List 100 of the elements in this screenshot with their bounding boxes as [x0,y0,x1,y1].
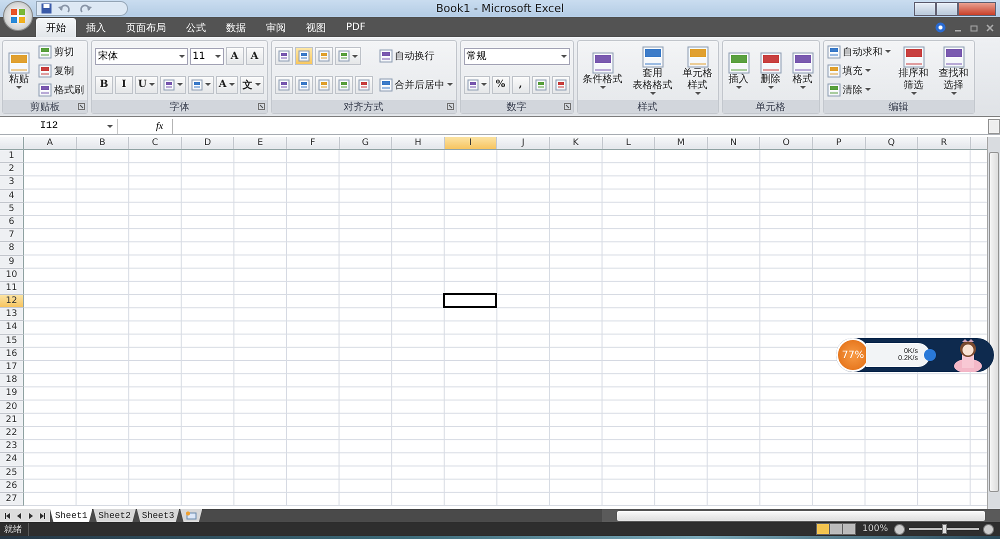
toolbar-button[interactable] [294,47,312,66]
launcher-icon[interactable] [446,103,454,110]
toolbar-button[interactable]: B [95,76,113,94]
dropdown-field[interactable]: 常规 [464,48,570,64]
ribbon-tab[interactable]: 数据 [216,18,256,37]
close-button[interactable] [958,2,996,16]
ribbon-button[interactable]: 剪切 [38,44,84,58]
column-header[interactable]: P [812,137,866,149]
ribbon-button[interactable]: 复制 [38,64,84,78]
column-header[interactable]: M [655,137,708,149]
toolbar-button[interactable] [464,76,490,94]
column-header[interactable]: I [444,137,498,149]
row-header[interactable]: 27 [0,492,24,506]
sheet-tab[interactable]: Sheet3 [136,509,180,522]
row-header[interactable]: 14 [0,321,24,335]
function-button[interactable]: fx [156,120,172,132]
row-header[interactable]: 25 [0,466,24,480]
launcher-icon[interactable] [258,103,264,110]
view-button[interactable] [830,524,842,534]
ribbon-button[interactable]: 自动换行 [378,49,452,64]
column-header[interactable]: R [918,137,971,149]
row-header[interactable]: 8 [0,242,24,256]
ribbon-button[interactable]: 套用 表格格式 [630,46,674,95]
restore-icon[interactable] [970,24,978,32]
row-header[interactable]: 3 [0,176,24,190]
row-header[interactable]: 24 [0,453,24,466]
ribbon-button[interactable]: 自动求和 [826,44,890,58]
toolbar-button[interactable]: % [492,76,510,94]
toolbar-button[interactable] [552,76,570,94]
zoom-in-button[interactable] [983,524,994,534]
help-icon[interactable] [935,22,946,33]
zoom-out-button[interactable] [894,524,905,534]
row-header[interactable]: 23 [0,440,24,454]
toolbar-button[interactable] [354,76,372,94]
toolbar-button[interactable]: U [135,76,158,94]
column-header[interactable]: F [286,137,340,149]
row-header[interactable]: 9 [0,256,24,269]
ribbon-button[interactable]: 排序和 筛选 [896,46,930,95]
toolbar-button[interactable] [314,76,332,94]
ribbon-button[interactable]: 条件格式 [580,52,624,89]
column-header[interactable]: Q [866,137,918,149]
ribbon-tab[interactable]: 页面布局 [116,18,176,37]
row-header[interactable]: 16 [0,348,24,361]
view-button[interactable] [843,524,856,534]
ribbon-tab[interactable]: 插入 [76,18,116,37]
restore-button[interactable] [936,2,958,16]
row-header[interactable]: 5 [0,202,24,216]
column-header[interactable]: A [24,137,77,149]
office-button[interactable] [3,1,33,31]
ribbon-tab[interactable]: 公式 [176,18,216,37]
row-header[interactable]: 20 [0,400,24,414]
row-header[interactable]: 26 [0,480,24,493]
ribbon-button[interactable]: 粘贴 [6,52,32,89]
plus-icon[interactable] [924,349,936,361]
toolbar-button[interactable]: A [216,76,238,94]
column-header[interactable]: L [602,137,656,149]
toolbar-button[interactable] [188,76,214,94]
column-header[interactable]: G [340,137,392,149]
dropdown-field[interactable]: 宋体 [95,48,188,65]
vertical-scrollbar[interactable] [987,137,1000,509]
row-header[interactable]: 7 [0,229,24,242]
column-header[interactable]: B [76,137,130,149]
column-header[interactable]: J [497,137,550,149]
name-box[interactable]: I12 [0,118,118,134]
slider-thumb[interactable] [942,524,947,534]
row-header[interactable]: 15 [0,334,24,348]
row-header[interactable]: 10 [0,268,24,282]
ribbon-tab[interactable]: 视图 [296,18,336,37]
active-cell[interactable] [442,293,497,308]
row-header[interactable]: 22 [0,426,24,440]
view-button[interactable] [817,524,830,534]
column-header[interactable]: E [234,137,287,149]
toolbar-button[interactable] [334,76,352,94]
row-header[interactable]: 19 [0,387,24,401]
sheet-tab[interactable]: Sheet1 [50,509,92,522]
row-header[interactable]: 6 [0,216,24,230]
new-sheet-button[interactable] [180,509,202,522]
ribbon-tab[interactable]: 开始 [36,18,76,37]
toolbar-button[interactable]: A [246,47,264,66]
ribbon-button[interactable]: 插入 [726,52,752,89]
save-icon[interactable] [41,3,52,14]
row-header[interactable]: 2 [0,163,24,176]
toolbar-button[interactable] [160,76,186,94]
ribbon-button[interactable]: 格式 [790,52,816,89]
close-icon[interactable] [986,24,994,32]
ribbon-button[interactable]: 清除 [826,82,890,96]
toolbar-button[interactable] [274,76,292,94]
row-header[interactable]: 1 [0,150,24,164]
ribbon-tab[interactable]: PDF [336,18,376,37]
toolbar-button[interactable] [334,47,360,66]
toolbar-button[interactable] [274,47,292,66]
row-header[interactable]: 11 [0,282,24,296]
column-header[interactable]: C [129,137,182,149]
row-header[interactable]: 4 [0,190,24,203]
column-header[interactable]: O [760,137,813,149]
toolbar-button[interactable] [532,76,550,94]
row-header[interactable]: 17 [0,361,24,374]
toolbar-button[interactable]: , [512,76,530,94]
row-header[interactable]: 13 [0,308,24,322]
launcher-icon[interactable] [78,103,85,110]
